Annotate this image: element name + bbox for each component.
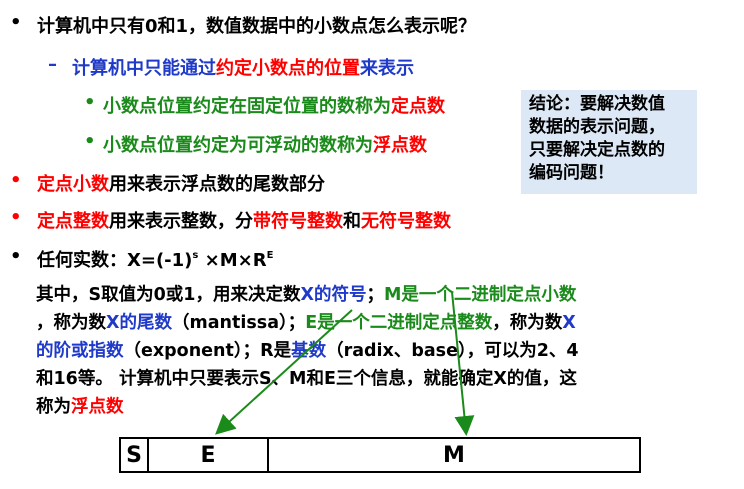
arrow-m (451, 291, 475, 436)
exponent-label: E (200, 442, 216, 468)
format-arrows (215, 291, 475, 436)
mantissa-field: M (269, 439, 639, 471)
sign-label: S (126, 442, 142, 468)
exponent-field: E (149, 439, 269, 471)
float-format-box: S E M (119, 437, 641, 473)
mantissa-label: M (443, 442, 465, 468)
arrow-e (215, 309, 353, 435)
sign-field: S (121, 439, 149, 471)
